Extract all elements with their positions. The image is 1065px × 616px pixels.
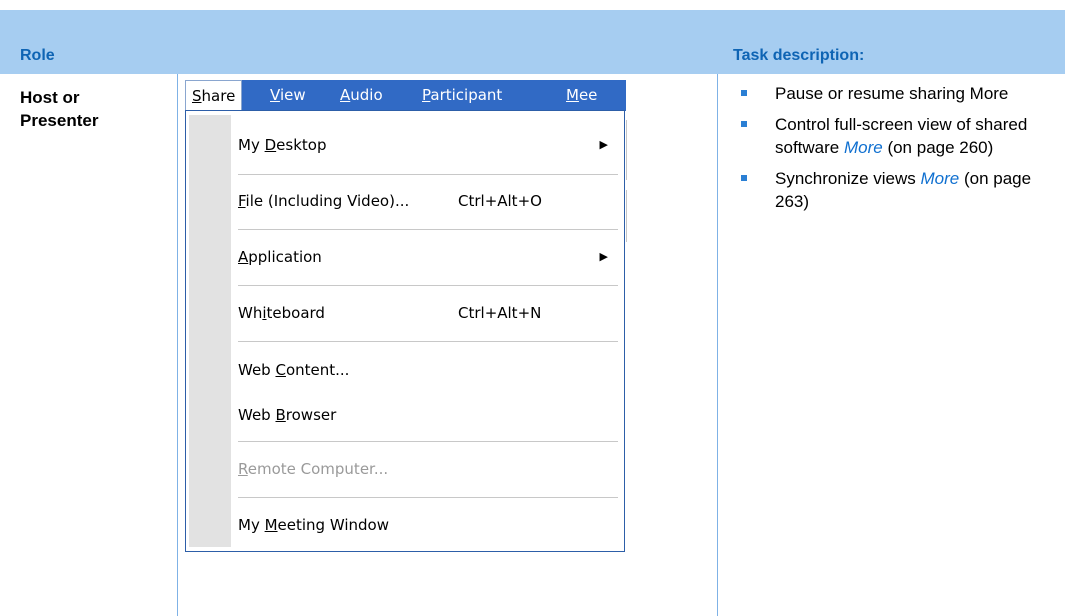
bullet-icon [741, 175, 747, 181]
item-text: pplication [248, 248, 322, 266]
item-text: esktop [276, 136, 327, 154]
item-shortcut: Ctrl+Alt+O [458, 192, 542, 210]
item-text: rowser [285, 406, 337, 424]
submenu-arrow-icon: ▶ [599, 138, 608, 151]
task-list: Pause or resume sharing More Control ful… [733, 82, 1053, 221]
submenu-arrow-icon: ▶ [599, 250, 608, 263]
item-text: ontent... [285, 361, 350, 379]
role-column-header: Role [20, 47, 55, 64]
item-text: ile (Including Video)... [245, 192, 410, 210]
more-link[interactable]: More [844, 138, 883, 157]
item-shortcut: Ctrl+Alt+N [458, 304, 542, 322]
menu-separator [238, 341, 618, 342]
item-text: Web [238, 406, 276, 424]
task-item: Control full-screen view of shared softw… [733, 113, 1053, 159]
item-text: eeting Window [277, 516, 389, 534]
item-text: My [238, 136, 265, 154]
item-accel: R [238, 460, 248, 478]
menu-item-application[interactable]: Application ▶ [238, 237, 618, 277]
menu-meeting-key: M [566, 86, 579, 104]
role-line-2: Presenter [20, 111, 99, 130]
task-text: Pause or resume sharing More [775, 84, 1009, 103]
menu-audio[interactable]: Audio [340, 80, 383, 111]
task-text: Synchronize views [775, 169, 921, 188]
menu-view-key: V [270, 86, 280, 104]
item-accel: F [238, 192, 246, 210]
menu-audio-key: A [340, 86, 351, 104]
menu-item-file[interactable]: File (Including Video)... Ctrl+Alt+O [238, 181, 618, 221]
menu-participant-rest: articipant [430, 86, 503, 104]
item-text: teboard [266, 304, 325, 322]
item-text: Web [238, 361, 276, 379]
menu-bar: Share View Audio Participant Mee [185, 80, 626, 111]
item-text: Wh [238, 304, 263, 322]
menu-icon-gutter [189, 115, 231, 547]
menu-item-web-browser[interactable]: Web Browser [238, 395, 618, 435]
item-accel: M [264, 516, 278, 534]
bullet-icon [741, 90, 747, 96]
menu-item-my-desktop[interactable]: My Desktop ▶ [238, 125, 618, 165]
menu-separator [238, 229, 618, 230]
column-divider-left [177, 74, 178, 616]
menu-separator [238, 285, 618, 286]
table-header [0, 10, 1065, 74]
task-column-header: Task description: [733, 47, 865, 64]
top-strip [178, 0, 718, 10]
task-item: Pause or resume sharing More [733, 82, 1053, 105]
menu-audio-rest: udio [350, 86, 383, 104]
item-accel: D [264, 136, 277, 154]
item-text: emote Computer... [247, 460, 389, 478]
bullet-icon [741, 121, 747, 127]
menu-separator [238, 441, 618, 442]
window-edge [626, 190, 627, 242]
item-accel: C [275, 361, 286, 379]
item-accel: A [238, 248, 249, 266]
more-link[interactable]: More [921, 169, 960, 188]
menu-view-rest: iew [279, 86, 306, 104]
menu-meeting-rest: ee [578, 86, 598, 104]
menu-meeting[interactable]: Mee [566, 80, 597, 111]
menu-share-key: S [192, 87, 202, 105]
menu-participant[interactable]: Participant [422, 80, 502, 111]
menu-item-web-content[interactable]: Web Content... [238, 350, 618, 390]
item-accel: B [275, 406, 286, 424]
menu-item-my-meeting-window[interactable]: My Meeting Window [238, 505, 618, 545]
role-cell: Host or Presenter [20, 86, 160, 132]
menu-share-rest: hare [201, 87, 236, 105]
share-dropdown-menu: My Desktop ▶ File (Including Video)... C… [185, 110, 625, 552]
menu-item-remote-computer: Remote Computer... [238, 449, 618, 489]
task-page-ref: (on page 260) [882, 138, 994, 157]
item-text: My [238, 516, 265, 534]
role-line-1: Host or [20, 88, 80, 107]
task-item: Synchronize views More (on page 263) [733, 167, 1053, 213]
menu-item-whiteboard[interactable]: Whiteboard Ctrl+Alt+N [238, 293, 618, 333]
window-edge [626, 120, 627, 180]
column-divider-right [717, 74, 718, 616]
menu-share[interactable]: Share [185, 80, 243, 111]
menu-view[interactable]: View [270, 80, 306, 111]
menu-separator [238, 174, 618, 175]
menu-separator [238, 497, 618, 498]
